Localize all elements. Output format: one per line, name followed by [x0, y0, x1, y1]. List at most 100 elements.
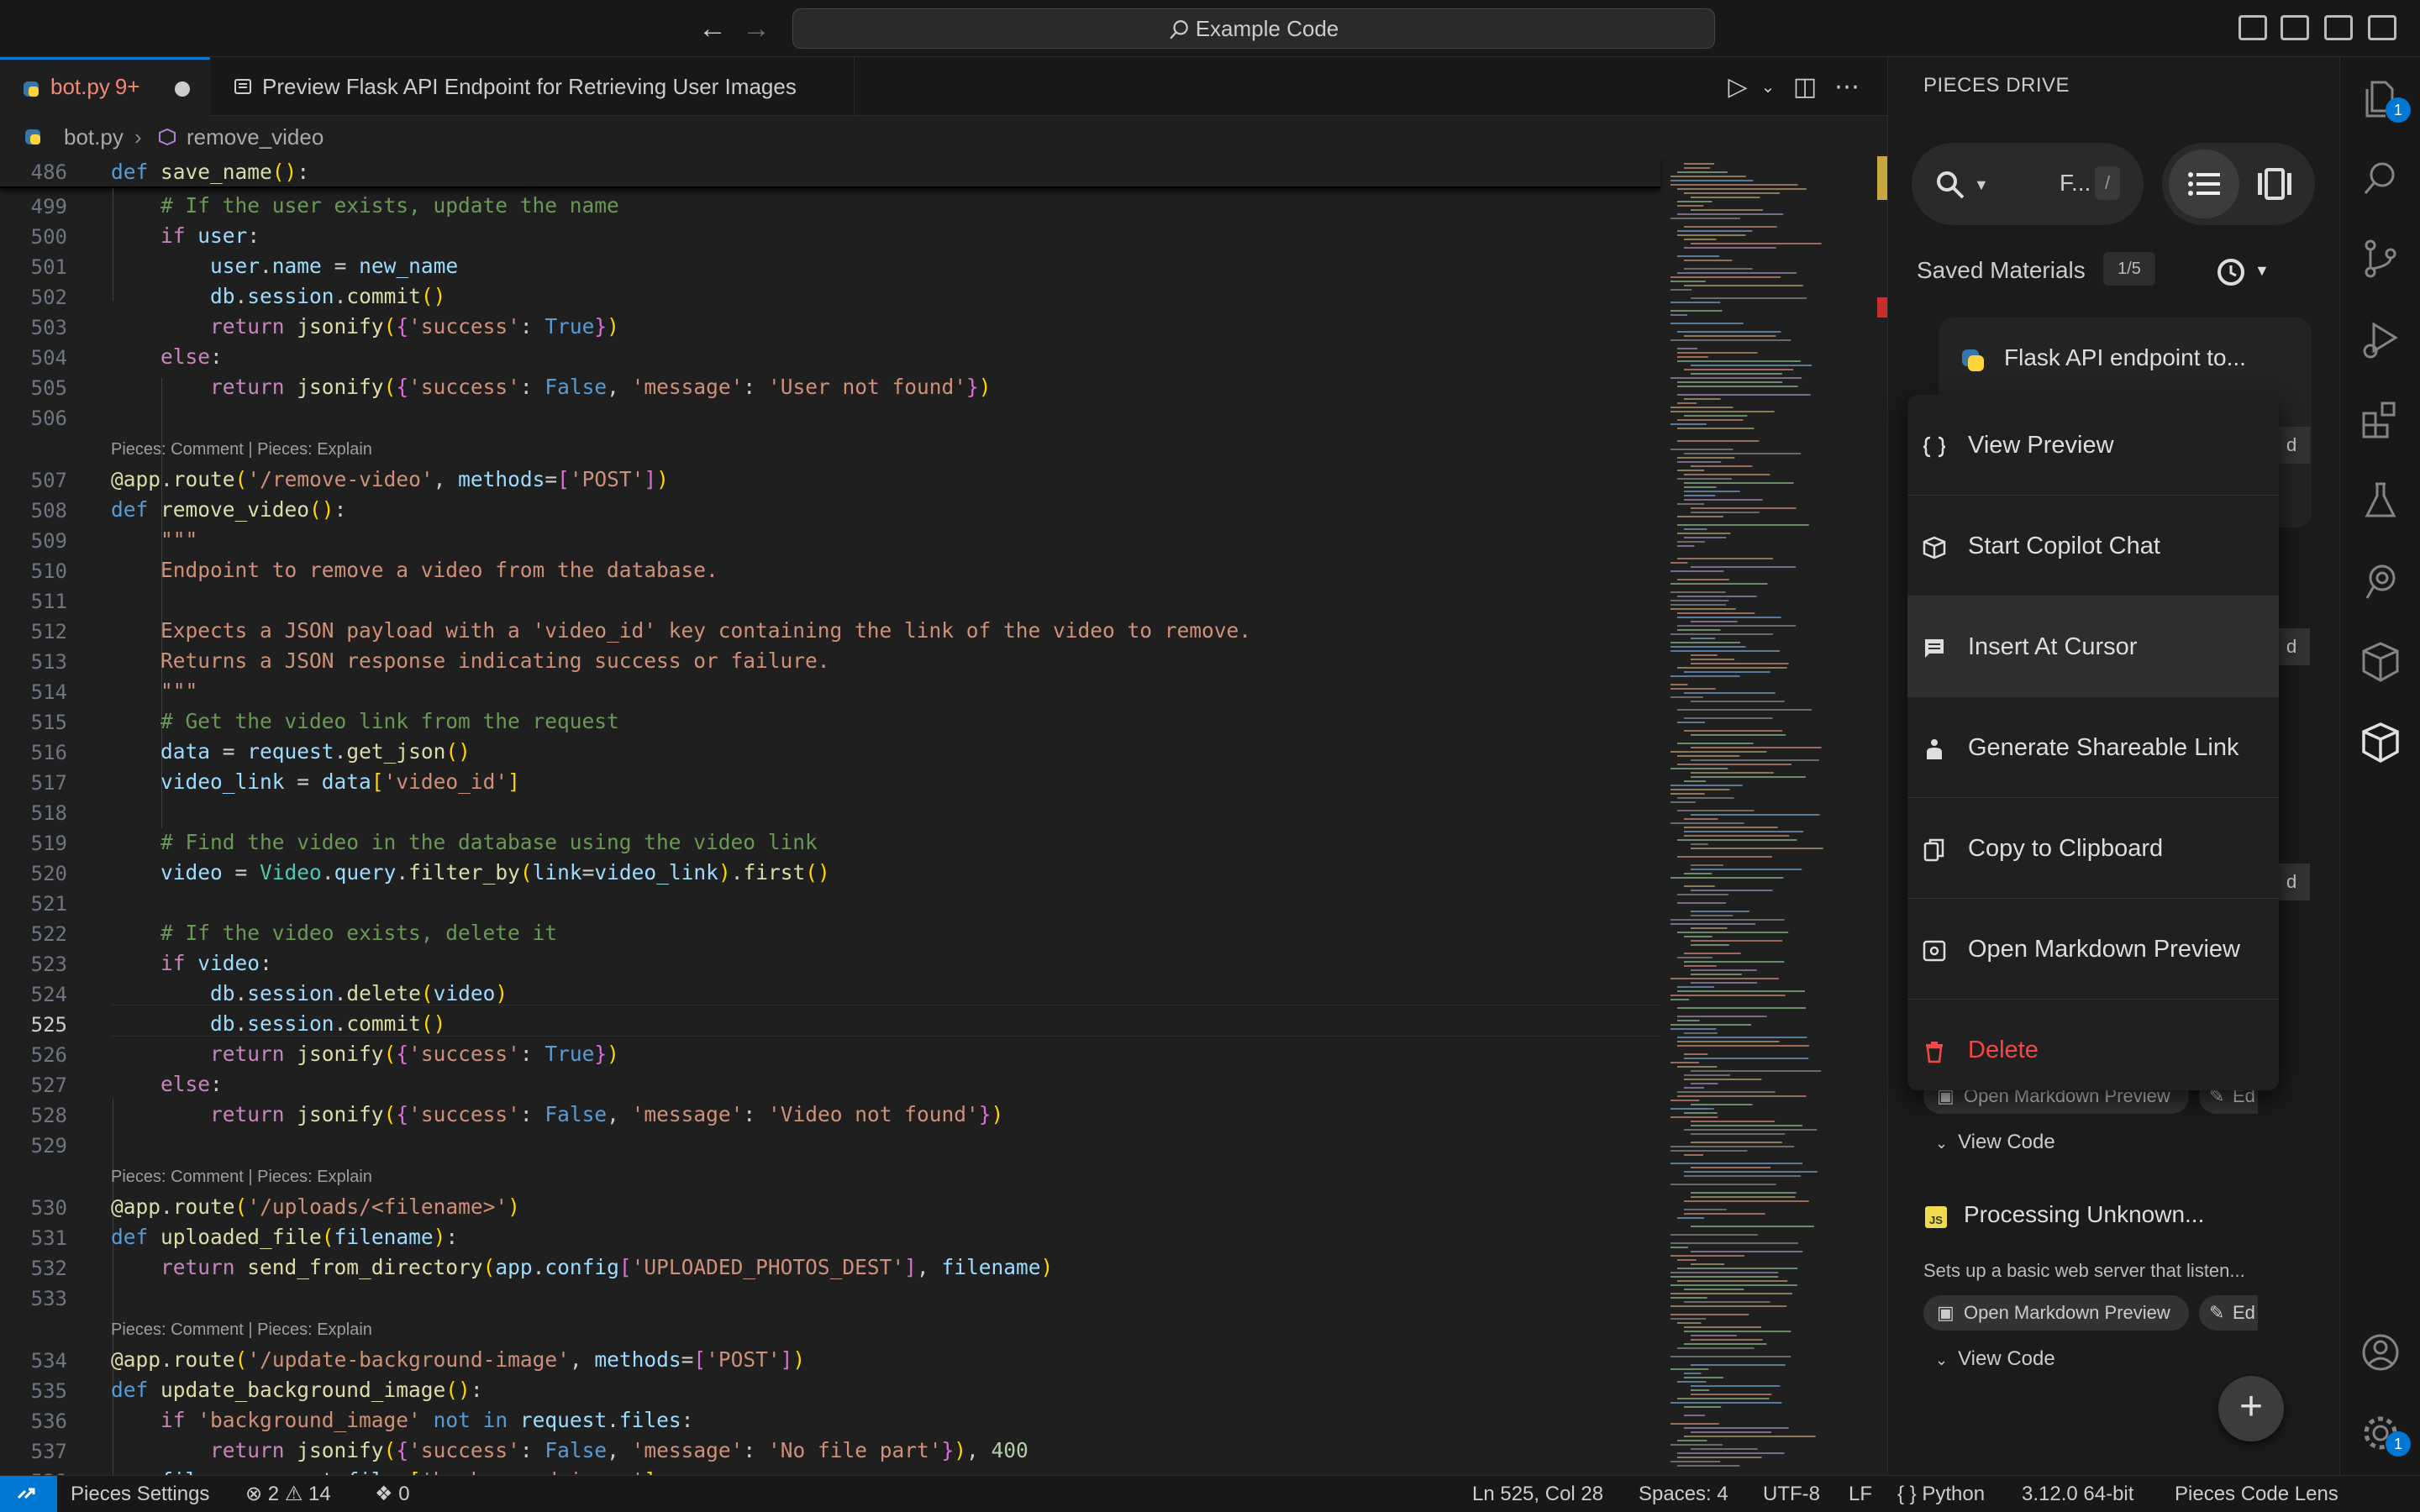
caret-down-icon[interactable]: ▼	[1974, 176, 1989, 194]
breadcrumb-file[interactable]: bot.py	[64, 118, 124, 156]
gallery-view-icon[interactable]	[2256, 168, 2293, 200]
minimap-line	[1670, 1184, 1776, 1185]
menu-item-open-markdown-preview[interactable]: Open Markdown Preview	[1907, 899, 2279, 1000]
status-language[interactable]: { } Python	[1897, 1476, 1985, 1512]
menu-item-copy-to-clipboard[interactable]: Copy to Clipboard	[1907, 798, 2279, 899]
pieces-drive-icon[interactable]	[2359, 721, 2402, 764]
minimap-line	[1684, 1377, 1723, 1378]
remote-indicator-button[interactable]	[0, 1476, 57, 1512]
markdown-icon: ▣	[1937, 1302, 1954, 1323]
minimap-line	[1677, 1381, 1707, 1383]
minimap-line	[1684, 1331, 1791, 1332]
python-icon	[1962, 349, 1984, 371]
menu-item-insert-at-cursor[interactable]: Insert At Cursor	[1907, 596, 2279, 697]
minimap-line	[1677, 902, 1726, 904]
customize-layout-icon[interactable]	[2238, 15, 2267, 40]
open-markdown-preview-button[interactable]: ▣ Open Markdown Preview	[1923, 1295, 2189, 1331]
minimap-line	[1684, 239, 1717, 240]
tab-preview[interactable]: Preview Flask API Endpoint for Retrievin…	[212, 57, 855, 116]
minimap-line	[1670, 1255, 1744, 1257]
minimap-line	[1670, 650, 1781, 652]
minimap-line	[1677, 230, 1753, 232]
minimap-line	[1670, 877, 1784, 879]
view-code-toggle[interactable]: ⌄ View Code	[1935, 1131, 2055, 1154]
toggle-primary-sidebar-icon[interactable]	[2281, 15, 2309, 40]
code-lens-pieces[interactable]: Pieces: Comment | Pieces: Explain	[111, 1320, 372, 1340]
split-editor-icon[interactable]: ◫	[1790, 72, 1820, 102]
braces-icon	[1923, 436, 1946, 458]
minimap-line	[1670, 276, 1781, 278]
code-lens-pieces[interactable]: Pieces: Comment | Pieces: Explain	[111, 1168, 372, 1187]
remote-explorer-icon[interactable]	[2359, 559, 2402, 603]
toggle-secondary-sidebar-icon[interactable]	[2368, 15, 2396, 40]
minimap-line	[1684, 1200, 1809, 1202]
menu-item-start-copilot-chat[interactable]: Start Copilot Chat	[1907, 496, 2279, 596]
code-lens-pieces[interactable]: Pieces: Comment | Pieces: Explain	[111, 440, 372, 459]
menu-item-generate-shareable-link[interactable]: Generate Shareable Link	[1907, 697, 2279, 798]
code-line: Returns a JSON response indicating succe…	[160, 648, 830, 673]
scrollbar-thumb[interactable]	[1877, 156, 1887, 200]
code-editor[interactable]: 486 def save_name(): 499 500 501 502 503…	[0, 156, 1887, 1475]
minimap-line	[1684, 1087, 1704, 1089]
list-view-button[interactable]	[2169, 150, 2239, 218]
status-pieces-settings[interactable]: Pieces Settings	[71, 1476, 209, 1512]
status-pieces-code-lens[interactable]: Pieces Code Lens	[2175, 1476, 2338, 1512]
tab-bot-py[interactable]: bot.py 9+	[0, 57, 210, 116]
status-encoding[interactable]: UTF-8	[1763, 1476, 1820, 1512]
line-number: 512	[30, 620, 67, 643]
status-eol[interactable]: LF	[1849, 1476, 1872, 1512]
toggle-panel-icon[interactable]	[2324, 15, 2353, 40]
minimap-line	[1670, 675, 1740, 677]
minimap-line	[1677, 272, 1797, 274]
minimap-line	[1691, 1263, 1725, 1265]
minimap-line	[1677, 234, 1746, 236]
minimap[interactable]	[1660, 156, 1877, 1475]
pieces-copilot-icon[interactable]	[2359, 640, 2402, 684]
run-icon[interactable]: ▷	[1723, 72, 1753, 102]
minimap-line	[1691, 1104, 1753, 1105]
status-interpreter[interactable]: 3.12.0 64-bit	[2022, 1476, 2133, 1512]
pieces-search-box[interactable]: ▼ F... /	[1912, 143, 2144, 225]
extensions-icon[interactable]	[2359, 398, 2402, 442]
command-center-search[interactable]: Example Code	[792, 8, 1715, 49]
minimap-line	[1670, 302, 1721, 303]
menu-item-delete[interactable]: Delete	[1907, 1000, 2279, 1090]
minimap-line	[1670, 688, 1716, 690]
minimap-line	[1670, 411, 1775, 412]
code-line: else:	[160, 344, 223, 369]
breadcrumb-symbol[interactable]: remove_video	[187, 118, 324, 156]
minimap-line	[1684, 268, 1753, 270]
status-ports[interactable]: ❖ 0	[375, 1476, 410, 1512]
minimap-line	[1670, 1108, 1714, 1110]
more-actions-icon[interactable]: ⋯	[1832, 72, 1862, 102]
forward-arrow-icon[interactable]: →	[739, 12, 773, 45]
back-arrow-icon[interactable]: ←	[696, 12, 729, 45]
status-indentation[interactable]: Spaces: 4	[1639, 1476, 1728, 1512]
add-material-button[interactable]: +	[2218, 1376, 2284, 1441]
status-problems[interactable]: ⊗ 2 ⚠ 14	[245, 1476, 331, 1512]
minimap-line	[1677, 797, 1734, 799]
search-query[interactable]: F...	[2060, 170, 2091, 197]
minimap-line	[1691, 864, 1723, 866]
sort-by-recent-button[interactable]: ▼	[2216, 255, 2275, 289]
edit-button[interactable]: ✎ Ed	[2199, 1295, 2258, 1331]
minimap-line	[1691, 776, 1806, 778]
code-line: return jsonify({'success': False, 'messa…	[210, 1102, 1004, 1126]
minimap-line	[1684, 1436, 1816, 1437]
run-debug-icon[interactable]	[2359, 318, 2402, 361]
sticky-scroll-line[interactable]: 486 def save_name():	[0, 156, 1660, 188]
minimap-line	[1670, 1150, 1748, 1152]
search-icon[interactable]	[2359, 156, 2402, 200]
clock-icon	[2217, 259, 2244, 286]
minimap-line	[1670, 768, 1728, 769]
unsaved-dot-icon[interactable]	[175, 81, 190, 97]
status-cursor-position[interactable]: Ln 525, Col 28	[1472, 1476, 1603, 1512]
source-control-icon[interactable]	[2359, 237, 2402, 281]
code-line: file = request.files['background_image']	[111, 1468, 656, 1475]
testing-flask-icon[interactable]	[2359, 479, 2402, 522]
view-code-toggle[interactable]: ⌄ View Code	[1935, 1347, 2055, 1371]
chevron-down-icon[interactable]: ⌄	[1753, 72, 1783, 102]
account-icon[interactable]	[2359, 1331, 2402, 1374]
menu-item-view-preview[interactable]: View Preview	[1907, 395, 2279, 496]
minimap-line	[1670, 1461, 1721, 1462]
